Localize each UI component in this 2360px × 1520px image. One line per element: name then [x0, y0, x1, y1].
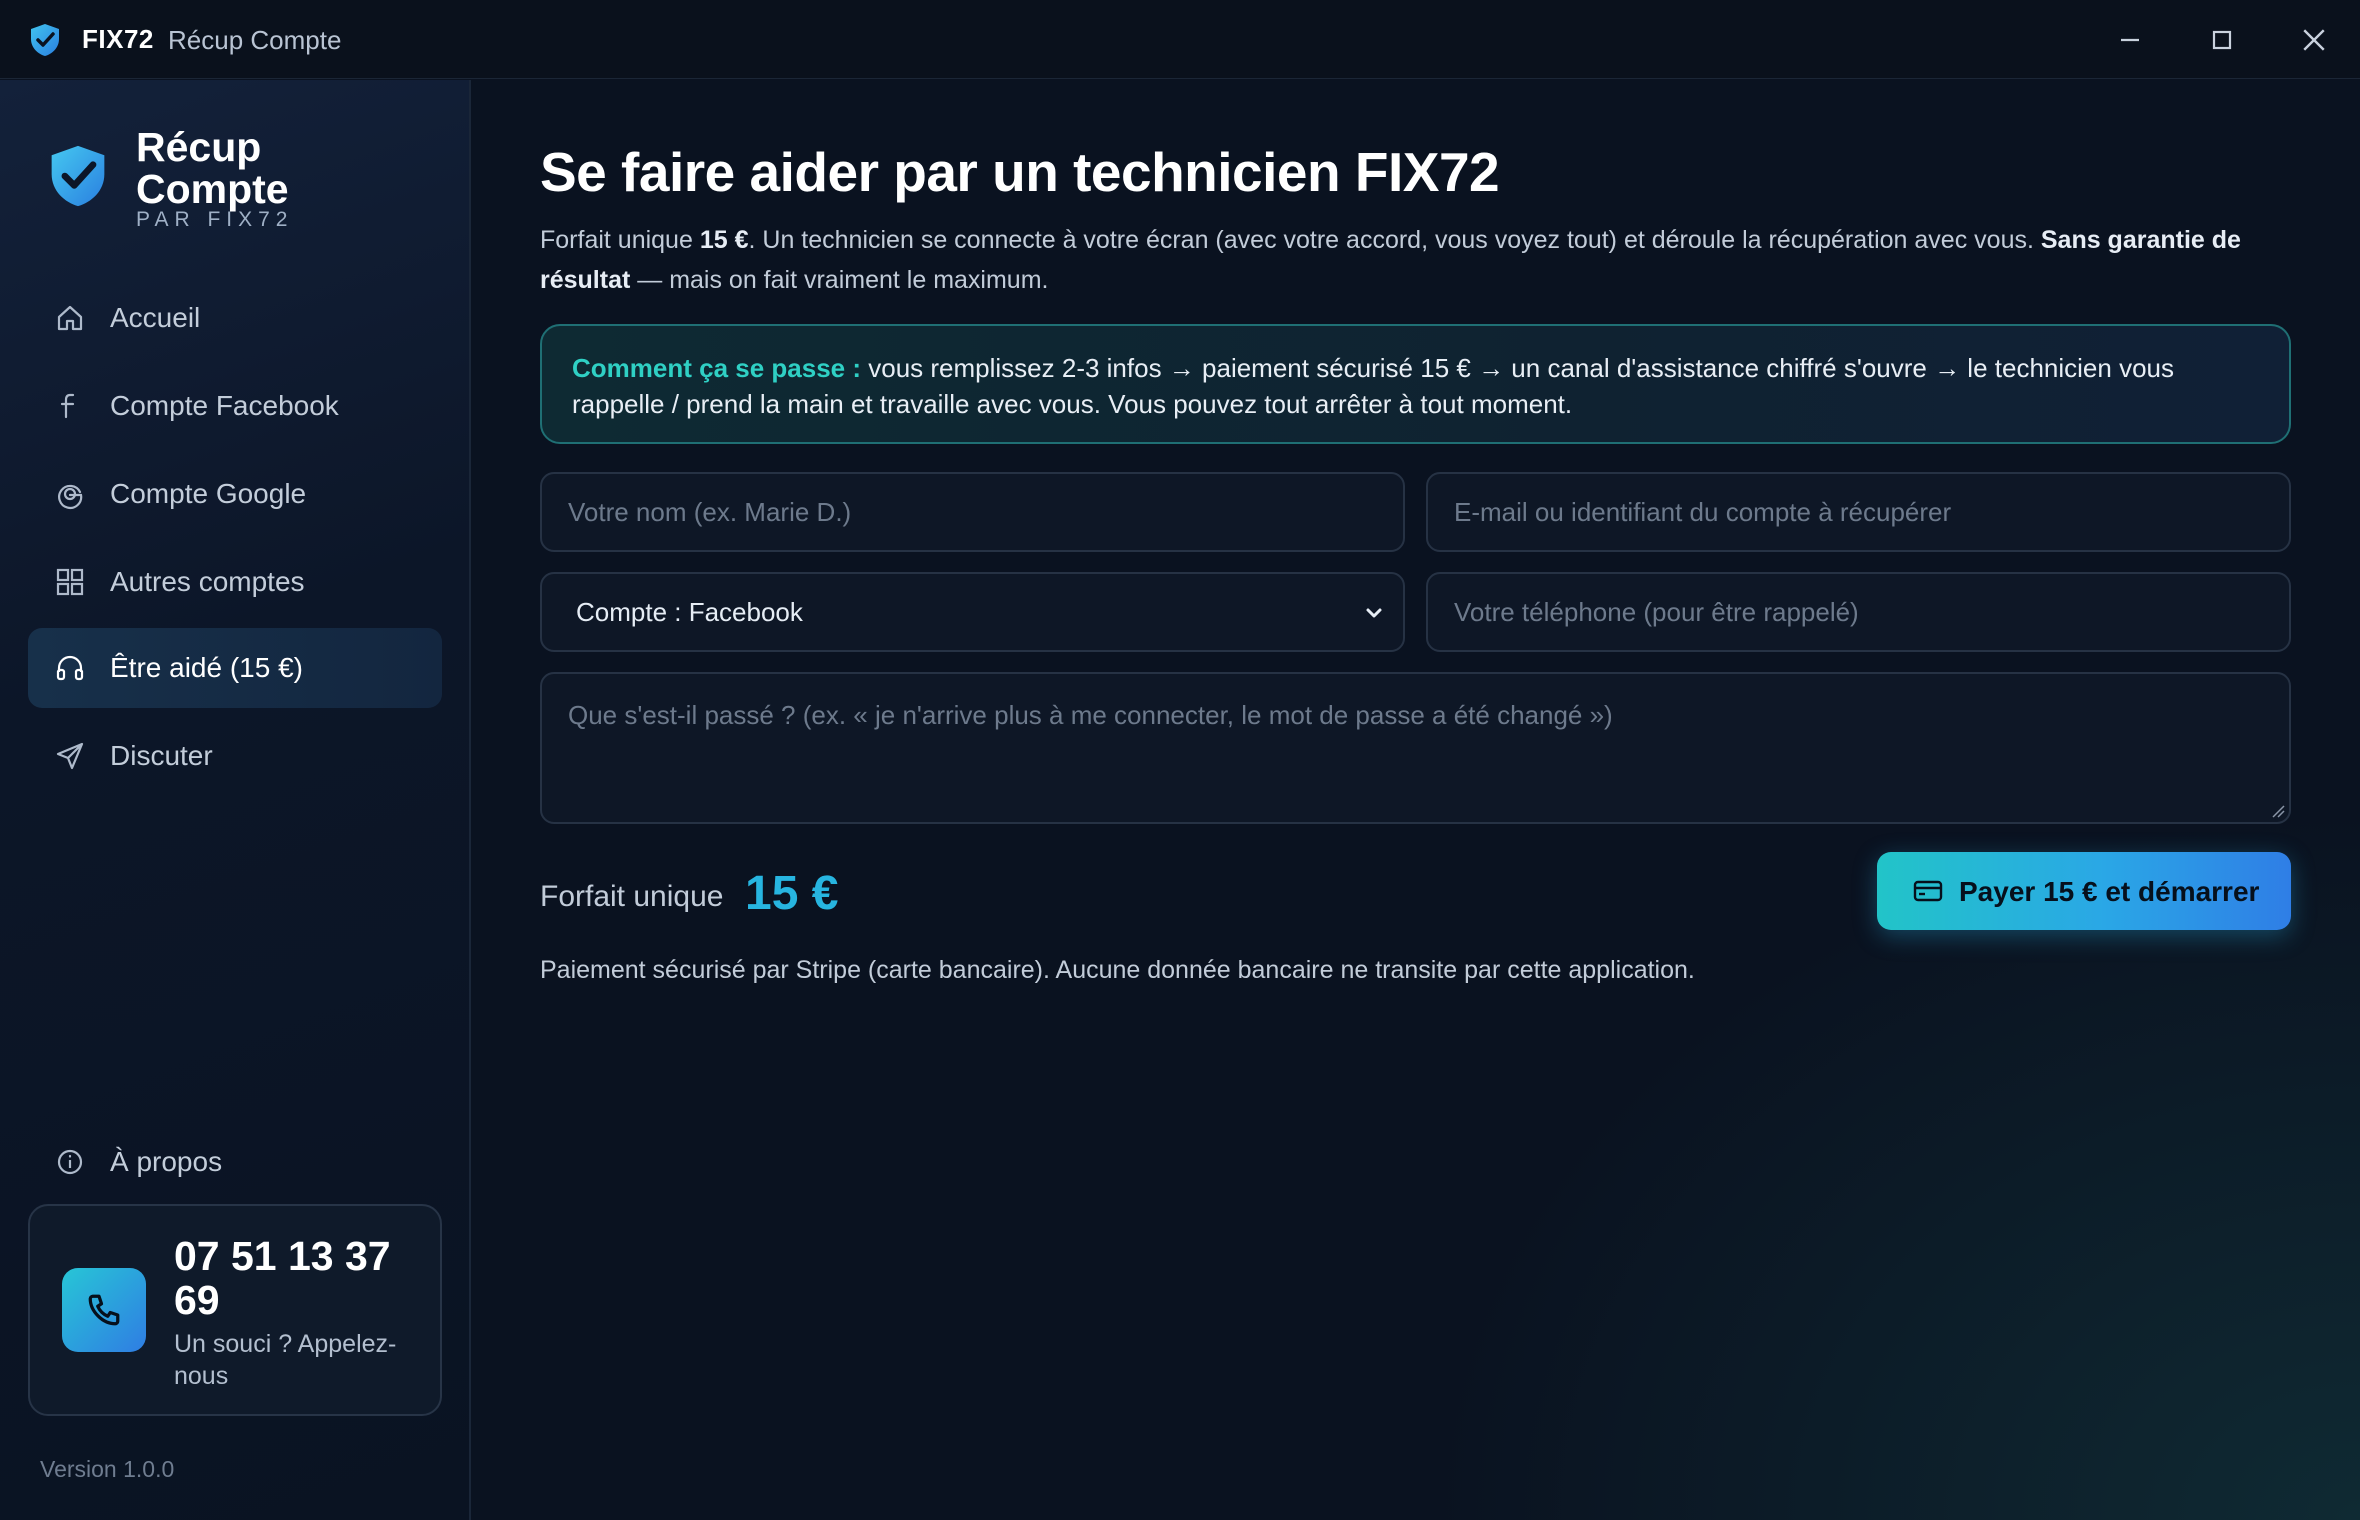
- credit-card-icon: [1913, 880, 1943, 902]
- headset-icon: [54, 652, 86, 684]
- email-input[interactable]: E-mail ou identifiant du compte à récupé…: [1426, 472, 2291, 552]
- intro-text: Forfait unique 15 €. Un technicien se co…: [540, 226, 2241, 294]
- sidebar-item-discuter[interactable]: Discuter: [28, 716, 442, 796]
- page-title: Se faire aider par un technicien FIX72: [540, 141, 1500, 203]
- close-icon: [2303, 29, 2325, 51]
- sidebar-item-label: Compte Google: [110, 478, 307, 509]
- sidebar-item-label: Discuter: [110, 740, 213, 771]
- message-textarea[interactable]: Que s'est-il passé ? (ex. « je n'arrive …: [540, 672, 2291, 824]
- sidebar-item-compte-facebook[interactable]: Compte Facebook: [28, 366, 442, 446]
- chevron-down-icon: [1366, 608, 1382, 618]
- grid-icon: [54, 566, 86, 598]
- price-value: 15 €: [745, 867, 839, 920]
- phone-input[interactable]: Votre téléphone (pour être rappelé): [1426, 572, 2291, 652]
- stripe-security-note: Paiement sécurisé par Stripe (carte banc…: [540, 956, 1695, 984]
- how-it-works-label: Comment ça se passe :: [572, 353, 862, 383]
- main-content: Se faire aider par un technicien FIX72 F…: [473, 80, 2360, 1520]
- maximize-icon: [2212, 30, 2232, 50]
- sidebar-item-label: Autres comptes: [110, 566, 305, 597]
- minimize-button[interactable]: [2105, 18, 2155, 62]
- app-version: Version 1.0.0: [40, 1456, 175, 1482]
- home-icon: [54, 302, 86, 334]
- phone-icon: [62, 1268, 146, 1352]
- resize-grip-icon[interactable]: [2271, 804, 2285, 818]
- shield-check-icon: [31, 24, 59, 56]
- sidebar-item-compte-google[interactable]: Compte Google: [28, 454, 442, 534]
- sidebar-item-label: Être aidé (15 €): [110, 652, 303, 683]
- sidebar-item-autres-comptes[interactable]: Autres comptes: [28, 542, 442, 622]
- sidebar-item-accueil[interactable]: Accueil: [28, 278, 442, 358]
- how-it-works-box: Comment ça se passe : vous remplissez 2-…: [540, 324, 2291, 444]
- price-label: Forfait unique: [540, 880, 724, 913]
- sidebar-item-label: Compte Facebook: [110, 390, 339, 421]
- sidebar: Récup Compte PAR FIX72 Accueil Compte Fa…: [0, 80, 471, 1520]
- phone-support-card[interactable]: 07 51 13 37 69 Un souci ? Appelez-nous: [28, 1204, 442, 1416]
- sidebar-item-a-propos[interactable]: À propos: [28, 1122, 442, 1202]
- minimize-icon: [2121, 38, 2139, 42]
- titlebar-app-name: Récup Compte: [168, 25, 342, 55]
- support-phone-number: 07 51 13 37 69: [174, 1233, 391, 1323]
- sidebar-item-label: Accueil: [110, 302, 201, 333]
- send-icon: [54, 740, 86, 772]
- app-logo-title: Récup Compte: [136, 124, 289, 212]
- pay-and-start-button[interactable]: Payer 15 € et démarrer: [1877, 852, 2291, 930]
- app-logo-subtitle: PAR FIX72: [136, 208, 294, 231]
- shield-check-logo-icon: [51, 145, 105, 207]
- account-type-select[interactable]: Compte : Facebook: [540, 572, 1405, 652]
- google-icon: [54, 478, 86, 510]
- close-button[interactable]: [2289, 18, 2339, 62]
- maximize-button[interactable]: [2197, 18, 2247, 62]
- info-icon: [54, 1146, 86, 1178]
- sidebar-item-etre-aide[interactable]: Être aidé (15 €): [28, 628, 442, 708]
- name-input[interactable]: Votre nom (ex. Marie D.): [540, 472, 1405, 552]
- title-bar: FIX72 Récup Compte: [0, 0, 2360, 79]
- facebook-icon: [54, 390, 86, 422]
- titlebar-brand: FIX72: [82, 24, 154, 54]
- support-phone-caption: Un souci ? Appelez-nous: [174, 1330, 397, 1390]
- sidebar-item-label: À propos: [110, 1146, 223, 1177]
